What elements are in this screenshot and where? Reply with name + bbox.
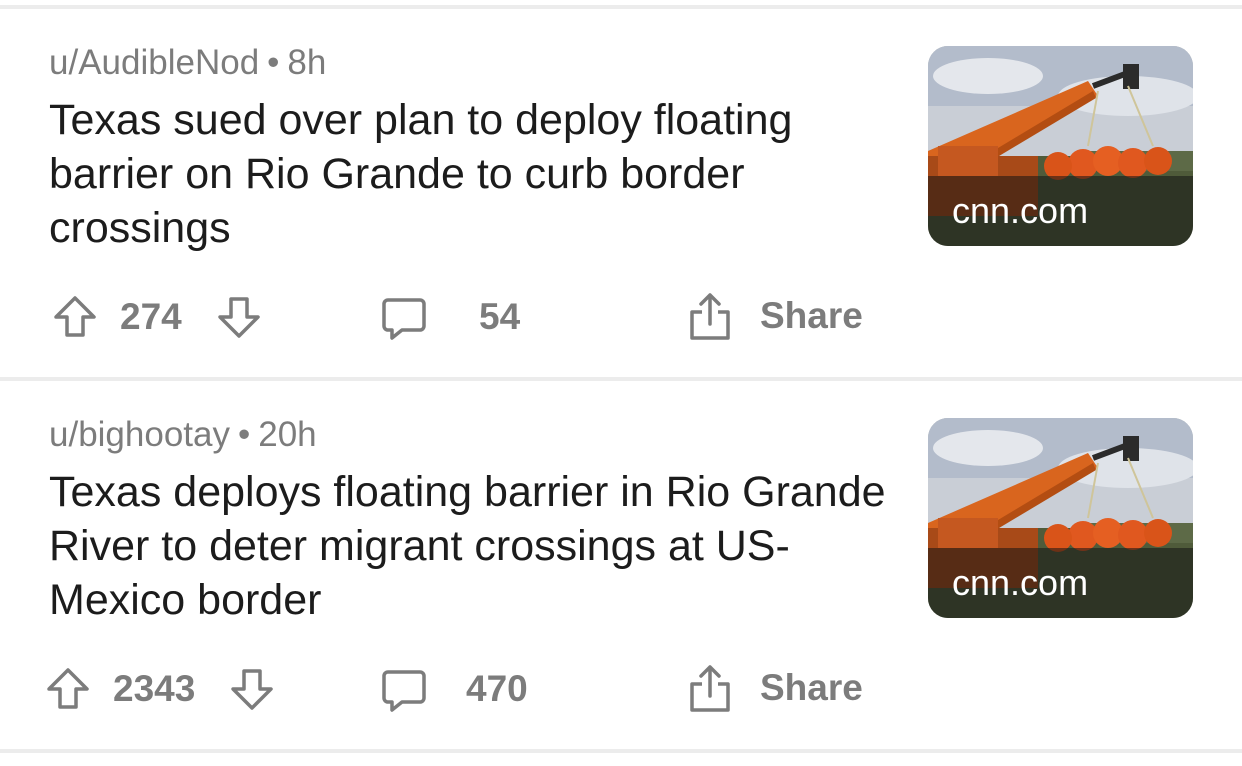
share-icon	[690, 665, 730, 712]
post-age: 20h	[258, 415, 317, 454]
downvote-button[interactable]	[229, 666, 275, 712]
arrow-up-icon	[47, 668, 89, 709]
share-label: Share	[760, 667, 863, 708]
link-domain: cnn.com	[952, 562, 1089, 603]
post-title[interactable]: Texas sued over plan to deploy floating …	[49, 93, 889, 255]
feed-post[interactable]: u/AudibleNod • 8h Texas sued over plan to …	[0, 9, 1242, 377]
post-age: 8h	[287, 43, 327, 82]
meta-separator: •	[237, 415, 251, 454]
share-icon	[690, 293, 730, 340]
feed-post[interactable]: u/bighootay • 20h Texas deploys floating b…	[0, 381, 1242, 749]
comment-count[interactable]: 470	[466, 668, 528, 710]
meta-separator: •	[267, 43, 280, 82]
arrow-down-icon	[218, 297, 260, 338]
arrow-up-icon	[54, 296, 96, 337]
vote-count: 2343	[113, 668, 196, 709]
share-label: Share	[760, 295, 863, 336]
thumbnail-caption-bar: cnn.com	[928, 548, 1193, 618]
downvote-button[interactable]	[216, 294, 262, 340]
feed-divider-bottom	[0, 749, 1242, 753]
post-thumbnail[interactable]: cnn.com	[928, 418, 1193, 618]
post-author[interactable]: u/bighootay	[49, 415, 230, 454]
upvote-button[interactable]	[45, 666, 91, 712]
post-actions: 2343 470 Share	[0, 665, 1242, 716]
link-domain: cnn.com	[952, 190, 1089, 231]
comments-button[interactable]	[380, 294, 428, 342]
arrow-down-icon	[231, 669, 273, 710]
comment-count[interactable]: 54	[479, 296, 520, 338]
post-thumbnail[interactable]: cnn.com	[928, 46, 1193, 246]
post-actions: 274 54 Share	[0, 293, 1242, 344]
speech-bubble-icon	[382, 298, 426, 340]
post-meta: u/bighootay • 20h	[49, 415, 317, 455]
post-author[interactable]: u/AudibleNod	[49, 43, 259, 82]
upvote-button[interactable]	[52, 294, 98, 340]
comments-button[interactable]	[380, 666, 428, 714]
post-meta: u/AudibleNod • 8h	[49, 43, 326, 83]
share-button[interactable]: Share	[686, 662, 863, 714]
vote-count: 274	[120, 296, 182, 337]
speech-bubble-icon	[382, 670, 426, 712]
post-title[interactable]: Texas deploys floating barrier in Rio Gr…	[49, 465, 889, 627]
share-button[interactable]: Share	[686, 290, 863, 342]
thumbnail-caption-bar: cnn.com	[928, 176, 1193, 246]
